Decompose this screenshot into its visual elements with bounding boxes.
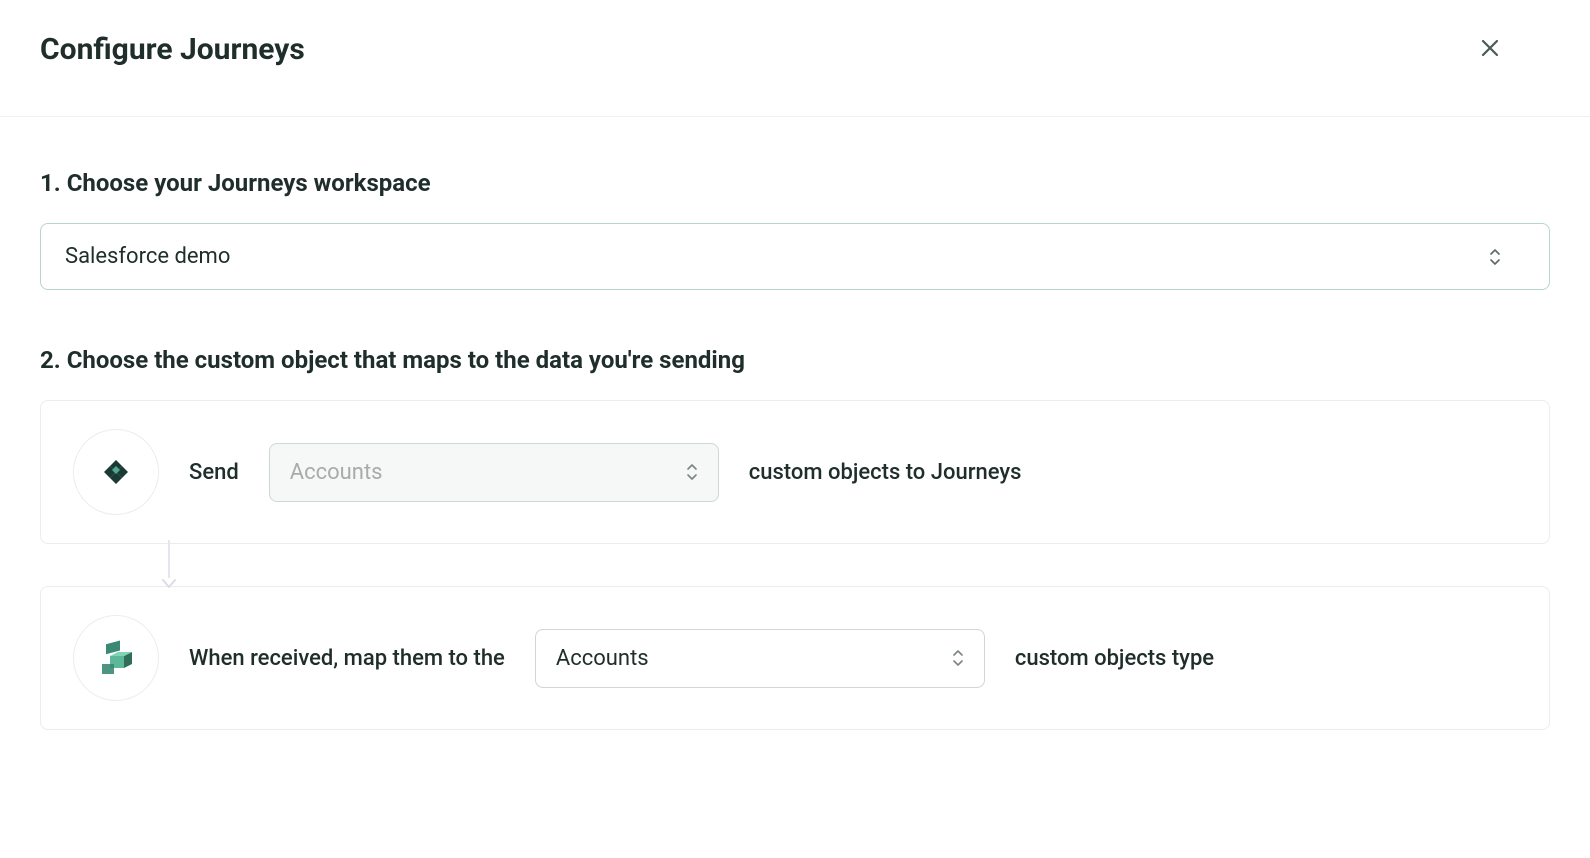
step-2-heading: 2. Choose the custom object that maps to… xyxy=(40,346,1550,374)
select-arrows-icon xyxy=(1489,249,1501,265)
receive-object-select[interactable]: Accounts xyxy=(535,629,985,688)
arrow-down-icon xyxy=(162,574,176,584)
receive-object-value: Accounts xyxy=(556,646,649,671)
send-card: Send Accounts custom objects to Journeys xyxy=(40,400,1550,544)
send-object-placeholder: Accounts xyxy=(290,460,383,485)
receive-suffix-text: custom objects type xyxy=(1015,646,1214,671)
receive-prefix-text: When received, map them to the xyxy=(189,646,505,671)
close-button[interactable] xyxy=(1470,28,1510,68)
step-1-heading: 1. Choose your Journeys workspace xyxy=(40,169,1550,197)
destination-logo-circle xyxy=(73,615,159,701)
close-icon xyxy=(1478,36,1502,60)
connector-line xyxy=(168,540,170,578)
select-arrows-icon xyxy=(686,464,698,480)
workspace-select[interactable]: Salesforce demo xyxy=(40,223,1550,290)
dialog-content: 1. Choose your Journeys workspace Salesf… xyxy=(0,117,1590,770)
source-logo-circle xyxy=(73,429,159,515)
send-object-select[interactable]: Accounts xyxy=(269,443,719,502)
cube-icon xyxy=(92,634,140,682)
x-shape-icon xyxy=(94,450,138,494)
workspace-selected-value: Salesforce demo xyxy=(65,244,230,269)
connector xyxy=(132,544,1550,586)
send-suffix-text: custom objects to Journeys xyxy=(749,460,1022,485)
send-prefix-text: Send xyxy=(189,460,239,485)
dialog-title: Configure Journeys xyxy=(40,32,305,67)
receive-card: When received, map them to the Accounts … xyxy=(40,586,1550,730)
dialog-header: Configure Journeys xyxy=(0,0,1590,117)
select-arrows-icon xyxy=(952,650,964,666)
